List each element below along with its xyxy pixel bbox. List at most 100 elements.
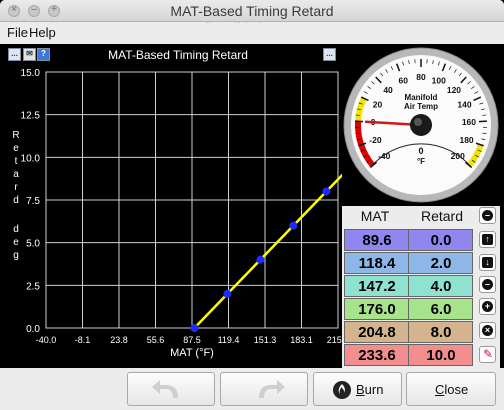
arrow-up-icon: ↑ xyxy=(482,234,493,245)
plus-circle-icon: + xyxy=(482,301,493,312)
x-tick-label: 23.8 xyxy=(110,335,128,345)
table-row[interactable]: 233.6 10.0 xyxy=(344,344,473,366)
y-axis-label-char: R xyxy=(12,130,19,141)
retard-cell[interactable]: 8.0 xyxy=(409,324,473,341)
y-axis-label-char: r xyxy=(14,182,18,193)
y-tick-label: 0.0 xyxy=(26,324,40,335)
y-tick-label: 12.5 xyxy=(21,111,41,122)
edit-button[interactable]: ✎ xyxy=(479,346,496,363)
gauge-scale-label: 80 xyxy=(416,72,426,82)
mat-cell[interactable]: 147.2 xyxy=(345,278,409,295)
move-down-button[interactable]: ↓ xyxy=(479,254,496,271)
gauge-scale-label: 40 xyxy=(383,85,393,95)
undo-button[interactable] xyxy=(127,372,215,406)
y-axis-label-char: t xyxy=(15,156,18,167)
menu-bar: File Help xyxy=(0,23,504,43)
data-point[interactable] xyxy=(223,289,232,298)
retard-cell[interactable]: 2.0 xyxy=(409,255,473,272)
data-point[interactable] xyxy=(256,255,265,264)
gauge-title-line1: Manifold xyxy=(405,93,438,102)
gauge-scale-label: -20 xyxy=(369,135,382,145)
burn-button[interactable]: Burn xyxy=(313,372,402,406)
redo-icon xyxy=(259,380,285,398)
retard-cell[interactable]: 4.0 xyxy=(409,278,473,295)
data-point[interactable] xyxy=(322,187,331,196)
mat-cell[interactable]: 204.8 xyxy=(345,324,409,341)
chart-print-button[interactable]: ✉ xyxy=(23,48,36,61)
y-tick-label: 15.0 xyxy=(21,68,41,79)
gauge-unit: °F xyxy=(417,157,425,166)
close-label: Close xyxy=(435,382,469,397)
y-axis-label-char: d xyxy=(13,195,19,206)
multiply-icon: × xyxy=(482,325,493,336)
y-tick-label: 10.0 xyxy=(21,153,41,164)
mat-cell[interactable]: 233.6 xyxy=(345,347,409,364)
x-tick-label: -40.0 xyxy=(36,335,57,345)
menu-help[interactable]: Help xyxy=(29,25,56,40)
decrement-button[interactable]: – xyxy=(479,276,496,293)
move-up-button[interactable]: ↑ xyxy=(479,231,496,248)
y-tick-label: 2.5 xyxy=(26,281,40,292)
gauge-scale-label: -40 xyxy=(378,151,391,161)
help-icon: ? xyxy=(41,49,46,58)
minus-circle-icon: – xyxy=(482,279,493,290)
column-header-retard: Retard xyxy=(420,208,464,224)
y-tick-label: 5.0 xyxy=(26,239,40,250)
gauge-readout: 0 xyxy=(418,146,423,156)
timing-retard-chart[interactable]: -40.0 -8.1 23.8 55.6 87.5 119.4 151.3 183.1 215.… xyxy=(6,62,342,362)
table-row[interactable]: 89.6 0.0 xyxy=(344,229,473,251)
retard-cell[interactable]: 10.0 xyxy=(409,347,473,364)
manifold-air-temp-gauge: -40 -20 0 2040 60 80 100120 140 160 180 200 Manifol… xyxy=(343,47,499,203)
title-bar: × – + MAT-Based Timing Retard xyxy=(0,0,504,22)
gauge-hub xyxy=(410,114,432,136)
flame-icon xyxy=(333,381,351,399)
y-axis-label-char: e xyxy=(13,143,19,154)
x-tick-label: 215.0 xyxy=(327,335,342,345)
window-title: MAT-Based Timing Retard xyxy=(170,3,334,19)
increment-button[interactable]: + xyxy=(479,298,496,315)
chart-settings-button[interactable]: ... xyxy=(323,48,336,61)
gauge-scale-label: 20 xyxy=(373,100,383,110)
print-icon: ✉ xyxy=(26,49,33,58)
chart-title: MAT-Based Timing Retard xyxy=(108,48,248,62)
arrow-down-icon: ↓ xyxy=(482,257,493,268)
x-axis-label: MAT (°F) xyxy=(170,347,214,359)
menu-file[interactable]: File xyxy=(7,25,28,40)
table-row[interactable]: 118.4 2.0 xyxy=(344,252,473,274)
gauge-scale-label: 200 xyxy=(451,151,465,161)
x-tick-label: 87.5 xyxy=(183,335,201,345)
retard-cell[interactable]: 6.0 xyxy=(409,301,473,318)
gauge-hub-highlight xyxy=(414,118,422,126)
y-axis-label-char: g xyxy=(13,250,19,261)
table-row[interactable]: 204.8 8.0 xyxy=(344,321,473,343)
redo-button[interactable] xyxy=(220,372,308,406)
chart-options-button[interactable]: ... xyxy=(8,48,21,61)
burn-label: Burn xyxy=(356,382,384,397)
gauge-scale-label: 120 xyxy=(447,85,461,95)
mat-cell[interactable]: 118.4 xyxy=(345,255,409,272)
minus-icon: – xyxy=(482,210,493,221)
table-row[interactable]: 147.2 4.0 xyxy=(344,275,473,297)
y-axis-label-char: a xyxy=(13,169,19,180)
retard-cell[interactable]: 0.0 xyxy=(409,232,473,249)
gauge-scale-label: 100 xyxy=(432,75,446,85)
gauge-scale-label: 60 xyxy=(399,75,409,85)
retard-table: MAT Retard 89.6 0.0 118.4 2.0 147.2 4.0 176.0 6… xyxy=(342,206,500,368)
data-point[interactable] xyxy=(289,221,298,230)
y-axis-label-char: e xyxy=(13,237,19,248)
gauge-scale-label: 180 xyxy=(459,135,473,145)
gauge-title-line2: Air Temp xyxy=(404,102,438,111)
table-row[interactable]: 176.0 6.0 xyxy=(344,298,473,320)
data-point[interactable] xyxy=(190,324,199,332)
mat-cell[interactable]: 176.0 xyxy=(345,301,409,318)
x-tick-label: 183.1 xyxy=(290,335,313,345)
undo-icon xyxy=(152,380,178,398)
close-button[interactable]: Close xyxy=(406,372,496,406)
mat-cell[interactable]: 89.6 xyxy=(345,232,409,249)
y-axis-label-char: d xyxy=(13,224,19,235)
table-minimize-button[interactable]: – xyxy=(479,207,496,224)
pencil-icon: ✎ xyxy=(483,347,494,361)
chart-help-button[interactable]: ? xyxy=(37,48,50,61)
x-tick-label: -8.1 xyxy=(75,335,91,345)
multiply-button[interactable]: × xyxy=(479,322,496,339)
